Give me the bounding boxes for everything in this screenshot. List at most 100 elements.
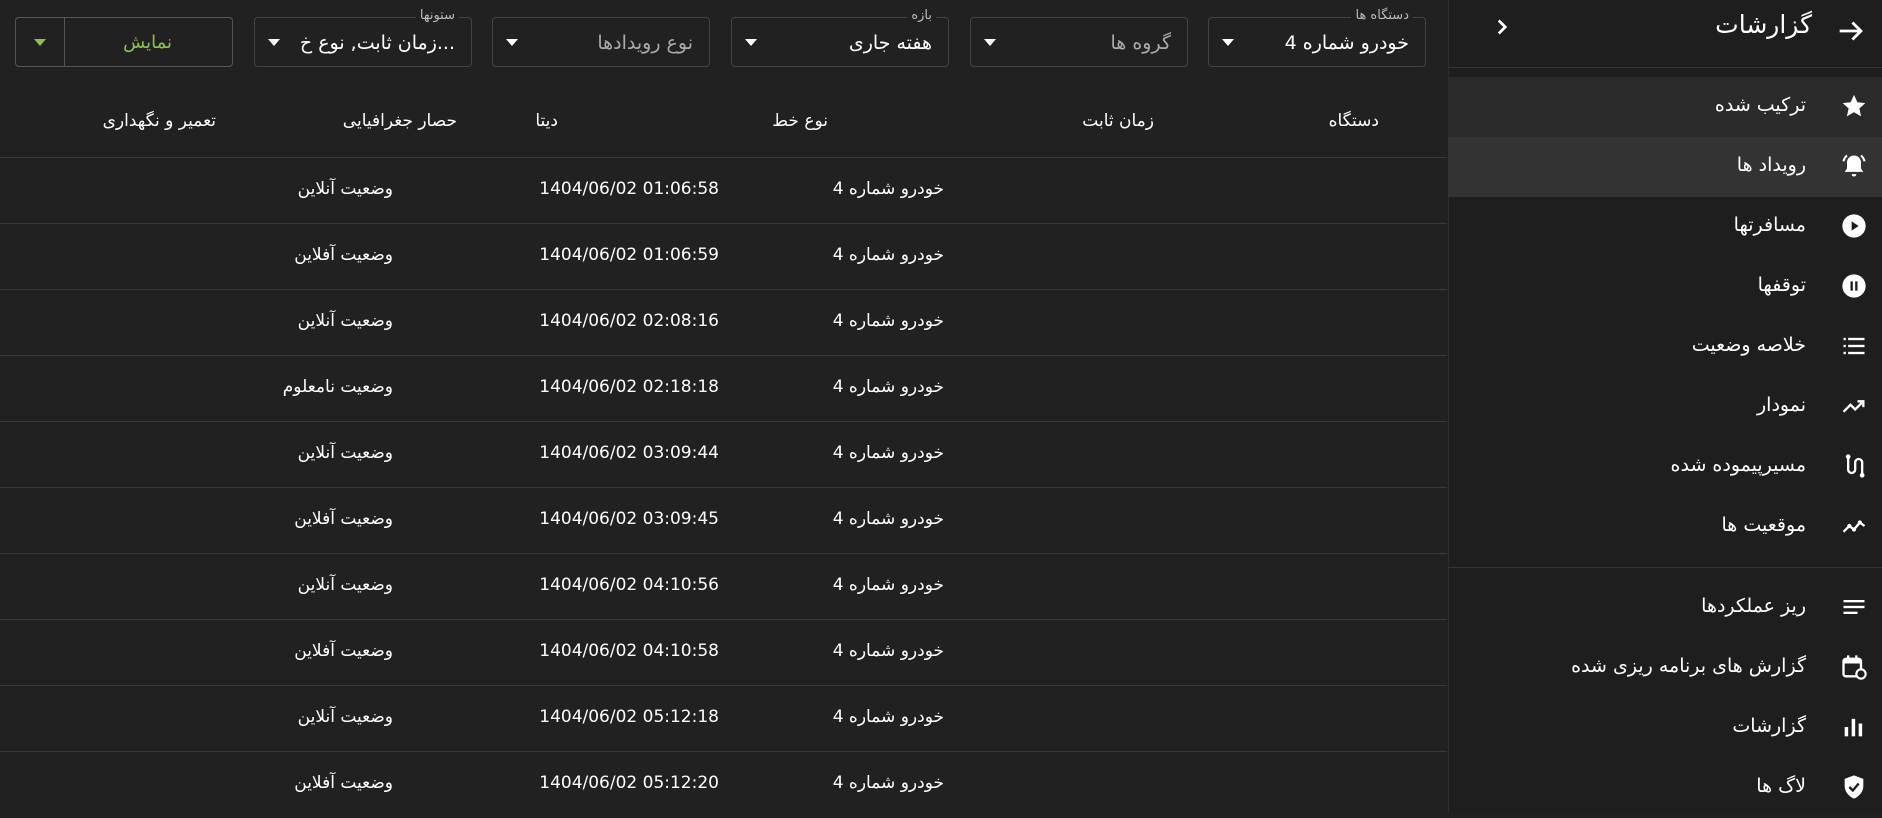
caret-down-icon xyxy=(1222,39,1234,46)
cell-device: خودرو شماره 4 xyxy=(832,377,944,397)
show-split-button[interactable]: نمایش xyxy=(15,17,233,67)
chevron-collapse-icon[interactable] xyxy=(1489,14,1515,40)
table-row[interactable]: خودرو شماره 4 1404/06/02 03:09:45 وضعیت آف… xyxy=(0,487,1447,553)
cell-device: خودرو شماره 4 xyxy=(832,773,944,793)
shield-check-icon xyxy=(1844,775,1864,799)
sidebar-item-label: نمودار xyxy=(1756,394,1806,416)
sidebar-divider xyxy=(1448,567,1882,568)
column-header-data[interactable]: دیتا xyxy=(535,110,558,132)
period-select[interactable]: بازه هفته جاری xyxy=(731,8,949,67)
columns-select[interactable]: ستونها زمان ثابت, نوع خ... xyxy=(254,8,472,67)
cell-type: وضعیت آنلاین xyxy=(297,707,393,727)
sidebar-title: گزارشات xyxy=(1715,10,1812,39)
sidebar-item-events[interactable]: رویداد ها xyxy=(1448,137,1882,197)
sidebar-item-label: موقعیت ها xyxy=(1721,514,1806,536)
table-row[interactable]: خودرو شماره 4 1404/06/02 02:18:18 وضعیت نا… xyxy=(0,355,1447,421)
table-row[interactable]: خودرو شماره 4 1404/06/02 05:12:18 وضعیت آن… xyxy=(0,685,1447,751)
sidebar-item-label: لاگ ها xyxy=(1756,775,1806,797)
sidebar-item-positions[interactable]: موقعیت ها xyxy=(1448,497,1882,557)
list-icon xyxy=(1843,337,1865,355)
cell-fix-time: 1404/06/02 01:06:58 xyxy=(539,179,719,199)
cell-type: وضعیت آفلاین xyxy=(294,245,393,265)
column-header-geofence[interactable]: حصار جغرافیایی xyxy=(343,110,457,132)
cell-fix-time: 1404/06/02 03:09:45 xyxy=(539,509,719,529)
table-row[interactable]: خودرو شماره 4 1404/06/02 01:06:58 وضعیت آن… xyxy=(0,157,1447,223)
sidebar-item-label: رویداد ها xyxy=(1736,154,1806,176)
cell-fix-time: 1404/06/02 05:12:20 xyxy=(539,773,719,793)
cell-fix-time: 1404/06/02 01:06:59 xyxy=(539,245,719,265)
table-row[interactable]: خودرو شماره 4 1404/06/02 04:10:58 وضعیت آف… xyxy=(0,619,1447,685)
sidebar-item-label: گزارش های برنامه ریزی شده xyxy=(1571,655,1806,677)
cell-device: خودرو شماره 4 xyxy=(832,707,944,727)
cell-type: وضعیت آفلاین xyxy=(294,509,393,529)
calendar-clock-icon xyxy=(1842,655,1867,680)
table-row[interactable]: خودرو شماره 4 1404/06/02 05:12:20 وضعیت آف… xyxy=(0,751,1447,817)
cell-device: خودرو شماره 4 xyxy=(832,443,944,463)
caret-down-icon xyxy=(745,39,757,46)
cell-fix-time: 1404/06/02 03:09:44 xyxy=(539,443,719,463)
arrow-back-icon[interactable] xyxy=(1834,14,1868,48)
sidebar-item-chart[interactable]: نمودار xyxy=(1448,377,1882,437)
cell-type: وضعیت آنلاین xyxy=(297,443,393,463)
sidebar-item-label: ترکیب شده xyxy=(1714,94,1806,116)
columns-legend: ستونها xyxy=(415,8,459,24)
timeline-icon xyxy=(1842,520,1866,533)
pause-circle-icon xyxy=(1842,274,1866,298)
cell-type: وضعیت آنلاین xyxy=(297,311,393,331)
cell-type: وضعیت آفلاین xyxy=(294,641,393,661)
devices-select[interactable]: دستگاه ها خودرو شماره 4 xyxy=(1208,8,1426,67)
sidebar-item-route[interactable]: مسیرپیموده شده xyxy=(1448,437,1882,497)
show-button[interactable]: نمایش xyxy=(123,31,172,55)
bar-chart-icon xyxy=(1844,718,1863,737)
sidebar-header: گزارشات xyxy=(1449,0,1882,68)
play-circle-icon xyxy=(1842,214,1866,238)
sidebar-item-summary[interactable]: خلاصه وضعیت xyxy=(1448,317,1882,377)
cell-device: خودرو شماره 4 xyxy=(832,245,944,265)
table-row[interactable]: خودرو شماره 4 1404/06/02 02:08:16 وضعیت آن… xyxy=(0,289,1447,355)
sidebar-item-combined[interactable]: ترکیب شده xyxy=(1448,77,1882,137)
sidebar-item-label: ریز عملکردها xyxy=(1701,595,1806,617)
table-row[interactable]: خودرو شماره 4 1404/06/02 04:10:56 وضعیت آن… xyxy=(0,553,1447,619)
columns-value: زمان ثابت, نوع خ... xyxy=(299,32,455,54)
cell-type: وضعیت نامعلوم xyxy=(282,377,393,397)
cell-device: خودرو شماره 4 xyxy=(832,311,944,331)
table-row[interactable]: خودرو شماره 4 1404/06/02 01:06:59 وضعیت آف… xyxy=(0,223,1447,289)
column-header-device[interactable]: دستگاه xyxy=(1329,110,1379,132)
cell-device: خودرو شماره 4 xyxy=(832,641,944,661)
caret-down-icon xyxy=(506,39,518,46)
sidebar-item-label: مسیرپیموده شده xyxy=(1670,454,1806,476)
sidebar-item-label: خلاصه وضعیت xyxy=(1691,334,1806,356)
column-header-maintenance[interactable]: تعمیر و نگهداری xyxy=(103,110,216,132)
cell-type: وضعیت آنلاین xyxy=(297,179,393,199)
bell-icon xyxy=(1842,154,1866,177)
sidebar-item-logs[interactable]: لاگ ها xyxy=(1448,758,1882,818)
groups-select[interactable]: گروه ها xyxy=(970,17,1188,67)
cell-device: خودرو شماره 4 xyxy=(832,575,944,595)
event-types-select[interactable]: نوع رویدادها xyxy=(492,17,710,67)
sidebar-item-scheduled-reports[interactable]: گزارش های برنامه ریزی شده xyxy=(1448,638,1882,698)
table-row[interactable]: خودرو شماره 4 1404/06/02 03:09:44 وضعیت آن… xyxy=(0,421,1447,487)
cell-fix-time: 1404/06/02 05:12:18 xyxy=(539,707,719,727)
event-types-placeholder: نوع رویدادها xyxy=(597,32,693,54)
cell-fix-time: 1404/06/02 02:08:16 xyxy=(539,311,719,331)
sidebar-item-stops[interactable]: توقفها xyxy=(1448,257,1882,317)
star-icon xyxy=(1842,94,1866,117)
caret-down-icon[interactable] xyxy=(34,39,46,46)
cell-device: خودرو شماره 4 xyxy=(832,179,944,199)
column-header-type[interactable]: نوع خط xyxy=(772,110,828,132)
sidebar-item-trips[interactable]: مسافرتها xyxy=(1448,197,1882,257)
period-legend: بازه xyxy=(907,8,936,24)
period-value: هفته جاری xyxy=(848,32,932,54)
cell-type: وضعیت آفلاین xyxy=(294,773,393,793)
cell-fix-time: 1404/06/02 04:10:56 xyxy=(539,575,719,595)
column-header-fix-time[interactable]: زمان ثابت xyxy=(1082,110,1154,132)
cell-type: وضعیت آنلاین xyxy=(297,575,393,595)
sidebar-item-label: گزارشات xyxy=(1732,715,1806,737)
caret-down-icon xyxy=(984,39,996,46)
notes-icon xyxy=(1843,600,1865,614)
cell-fix-time: 1404/06/02 02:18:18 xyxy=(539,377,719,397)
cell-device: خودرو شماره 4 xyxy=(832,509,944,529)
sidebar-item-reports[interactable]: گزارشات xyxy=(1448,698,1882,758)
sidebar-item-activity-details[interactable]: ریز عملکردها xyxy=(1448,578,1882,638)
sidebar-item-label: توقفها xyxy=(1757,274,1806,296)
